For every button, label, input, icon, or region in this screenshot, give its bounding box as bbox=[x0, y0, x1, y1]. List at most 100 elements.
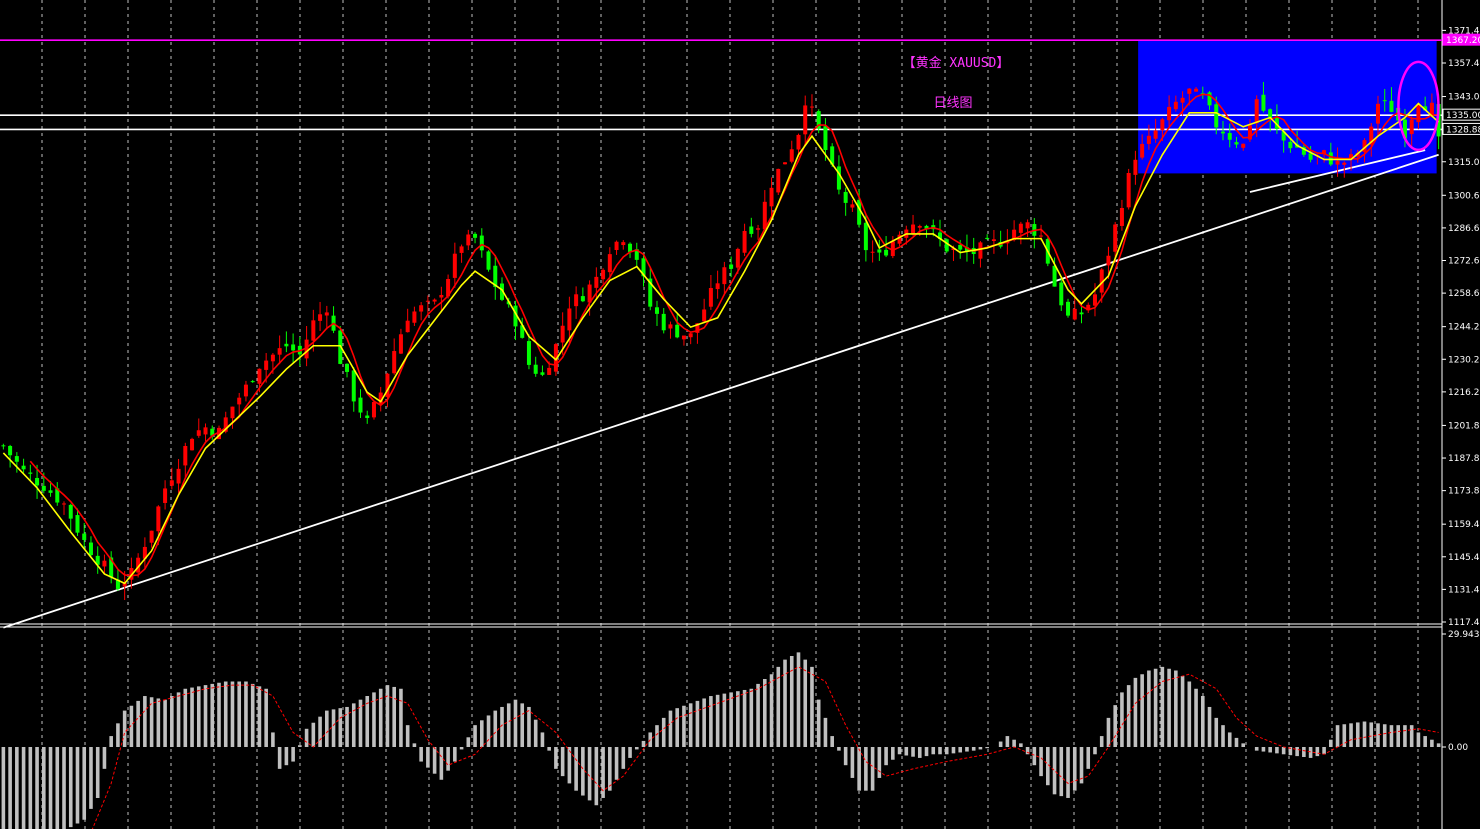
candle-body bbox=[1039, 235, 1044, 237]
candle-body bbox=[1234, 142, 1239, 145]
candle-body bbox=[459, 246, 464, 253]
candle-body bbox=[486, 251, 491, 270]
candle-body bbox=[836, 166, 841, 190]
candle-body bbox=[769, 187, 774, 207]
axis-tick-label: 1159.40 bbox=[1448, 520, 1480, 530]
axis-tick-label: 1357.40 bbox=[1448, 59, 1480, 69]
candle-body bbox=[1254, 99, 1259, 124]
candle-body bbox=[439, 294, 444, 298]
axis-tick-label: 1173.80 bbox=[1448, 487, 1480, 497]
candle-body bbox=[196, 430, 201, 436]
candle-body bbox=[405, 320, 410, 333]
axis-tick-label: 1343.00 bbox=[1448, 93, 1480, 103]
candle-body bbox=[1025, 222, 1030, 229]
candle-body bbox=[284, 343, 289, 347]
candle-body bbox=[149, 530, 154, 543]
candle-body bbox=[715, 283, 720, 290]
macd-histogram bbox=[1, 652, 1441, 829]
candle-body bbox=[991, 239, 996, 241]
candle-body bbox=[1375, 103, 1380, 124]
candle-body bbox=[681, 335, 686, 340]
candle-body bbox=[41, 485, 46, 491]
candle-body bbox=[1018, 223, 1023, 233]
candle-body bbox=[843, 191, 848, 203]
candle-body bbox=[735, 248, 740, 268]
price-marker-label: 1367.20 bbox=[1446, 36, 1480, 46]
axis-tick-label: 1286.60 bbox=[1448, 224, 1480, 234]
candle-body bbox=[1389, 100, 1394, 112]
candle-body bbox=[452, 253, 457, 278]
candle-body bbox=[1227, 132, 1232, 140]
candle-body bbox=[1261, 94, 1266, 111]
candle-body bbox=[1153, 130, 1158, 139]
candle-body bbox=[560, 325, 565, 343]
candle-body bbox=[722, 267, 727, 285]
candle-body bbox=[1126, 172, 1131, 208]
axis-tick-label: 1300.60 bbox=[1448, 191, 1480, 201]
candle-body bbox=[1146, 135, 1151, 144]
candle-body bbox=[601, 269, 606, 280]
candle-body bbox=[311, 320, 316, 341]
candle-body bbox=[911, 224, 916, 234]
candle-body bbox=[1308, 153, 1313, 160]
ma-slow-line bbox=[2, 102, 1440, 585]
candle-body bbox=[978, 242, 983, 259]
price-markers: 1367.20 1335.00 1328.88 bbox=[1442, 33, 1480, 135]
candle-body bbox=[776, 168, 781, 193]
candle-body bbox=[1140, 143, 1145, 158]
candle-body bbox=[708, 288, 713, 307]
candle-body bbox=[526, 341, 531, 365]
candle-body bbox=[156, 506, 161, 532]
candle-body bbox=[574, 294, 579, 307]
candle-body bbox=[594, 276, 599, 288]
candle-body bbox=[237, 397, 242, 405]
candle-body bbox=[88, 542, 93, 556]
candle-body bbox=[756, 228, 761, 230]
candle-body bbox=[1106, 255, 1111, 266]
indicator-axis: 29.943 0.00 bbox=[1442, 630, 1480, 753]
candle-body bbox=[1382, 100, 1387, 102]
candle-body bbox=[1342, 162, 1347, 165]
candle-body bbox=[14, 456, 19, 462]
candle-body bbox=[75, 515, 80, 533]
candle-body bbox=[291, 344, 296, 351]
candle-body bbox=[1241, 143, 1246, 148]
candle-body bbox=[688, 333, 693, 338]
candle-body bbox=[8, 445, 13, 456]
candle-body bbox=[944, 239, 949, 252]
candle-body bbox=[419, 305, 424, 312]
candle-body bbox=[1119, 207, 1124, 226]
axis-tick-label: 1258.60 bbox=[1448, 289, 1480, 299]
candle-body bbox=[1187, 88, 1192, 94]
candle-body bbox=[190, 438, 195, 451]
candle-body bbox=[580, 296, 585, 302]
trendline bbox=[3, 153, 1439, 629]
candle-body bbox=[1214, 104, 1219, 128]
candle-body bbox=[1160, 119, 1165, 131]
candle-body bbox=[264, 360, 269, 370]
candle-body bbox=[318, 314, 323, 321]
trendlines bbox=[3, 149, 1439, 629]
candle-body bbox=[163, 488, 168, 503]
axis-tick-label: 1117.40 bbox=[1448, 618, 1480, 628]
candle-body bbox=[675, 324, 680, 338]
price-marker-label: 1335.00 bbox=[1446, 111, 1480, 121]
candle-body bbox=[230, 406, 235, 419]
candle-body bbox=[1335, 160, 1340, 165]
candle-body bbox=[243, 384, 248, 397]
candle-body bbox=[257, 368, 262, 384]
candle-body bbox=[1072, 308, 1077, 320]
indicator-tick-label: 0.00 bbox=[1448, 743, 1468, 753]
candle-body bbox=[702, 309, 707, 322]
candle-body bbox=[850, 204, 855, 208]
candle-body bbox=[1167, 106, 1172, 121]
candle-body bbox=[1059, 282, 1064, 306]
candle-body bbox=[1409, 119, 1414, 135]
candle-body bbox=[749, 226, 754, 234]
candle-body bbox=[1429, 102, 1434, 115]
axis-tick-label: 1272.60 bbox=[1448, 257, 1480, 267]
candle-body bbox=[82, 533, 87, 540]
axis-tick-label: 1315.00 bbox=[1448, 158, 1480, 168]
candle-body bbox=[1194, 88, 1199, 92]
chart-canvas[interactable]: 1371.401357.401343.001329.001315.001300.… bbox=[0, 0, 1480, 829]
